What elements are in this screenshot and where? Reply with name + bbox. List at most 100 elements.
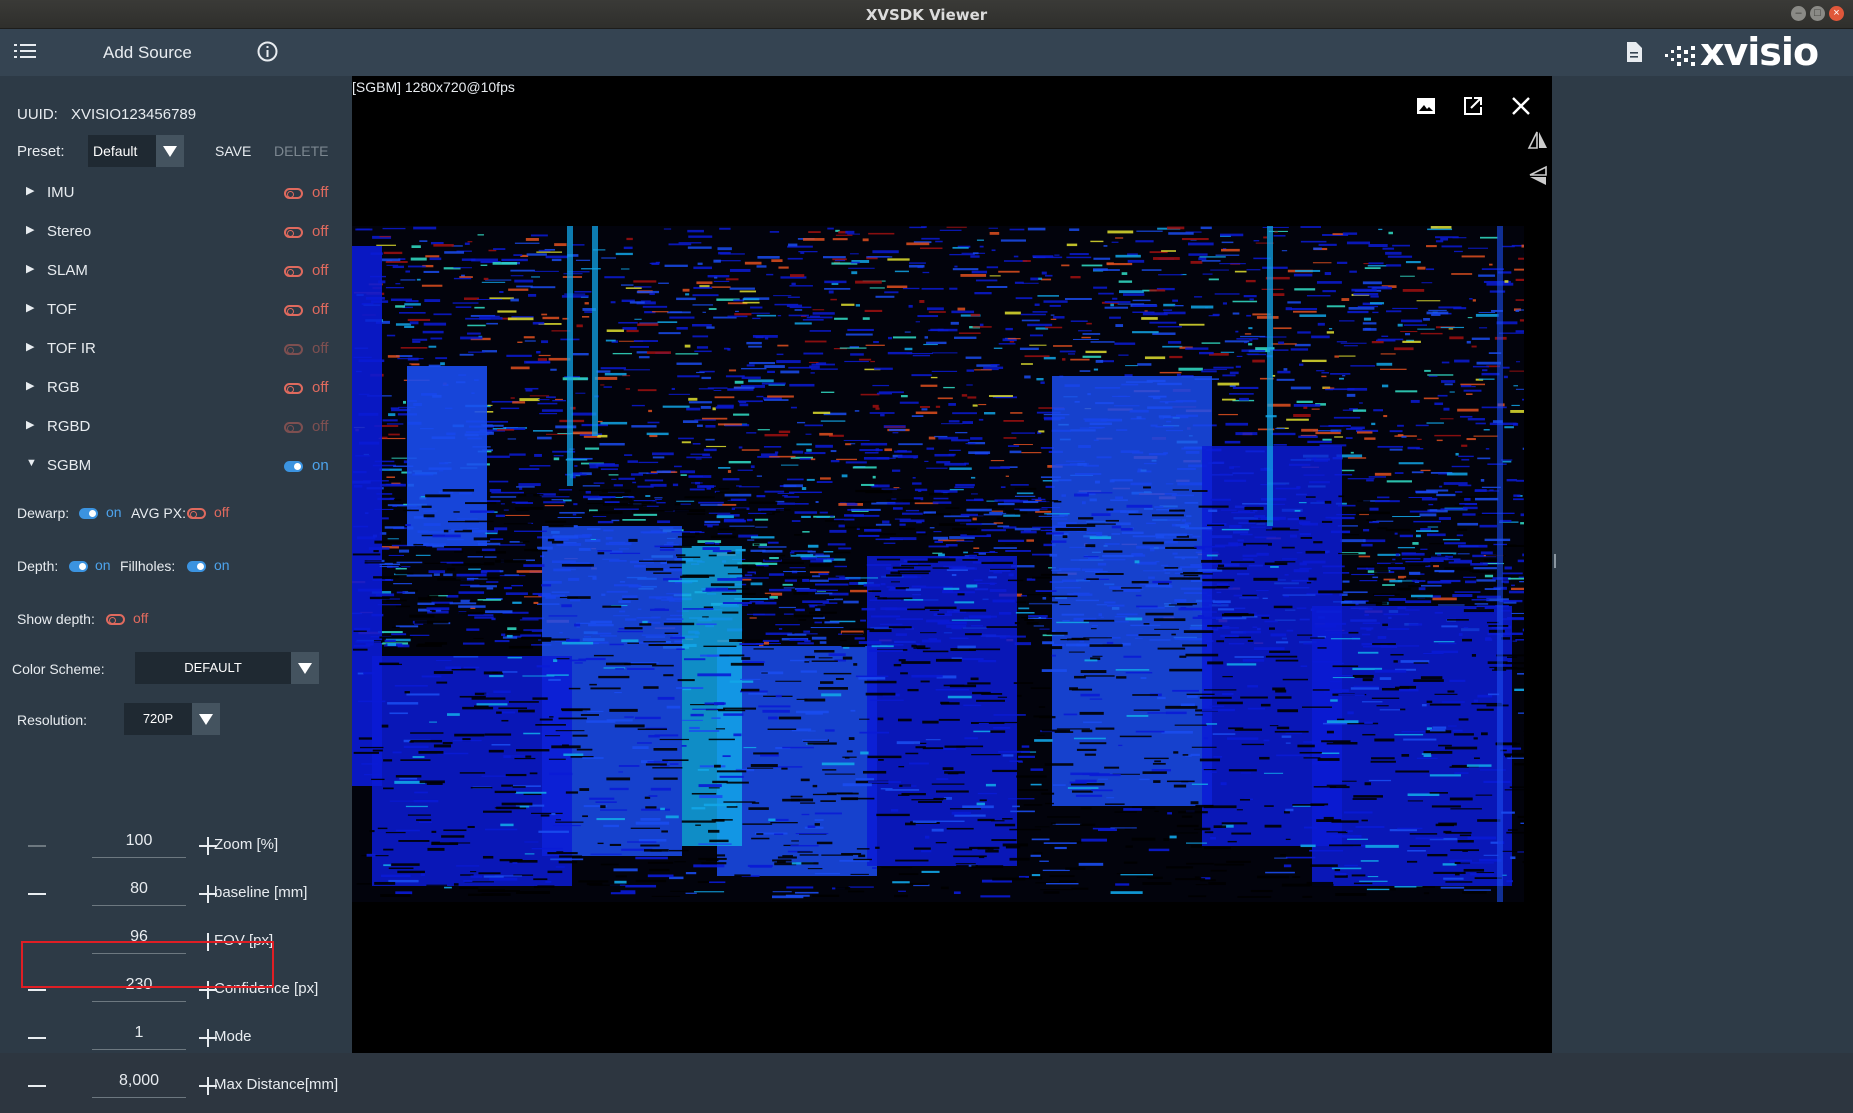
module-row-rgbd[interactable]: ▶RGBDoff — [26, 416, 336, 440]
module-state: off — [312, 418, 328, 435]
caret-down-icon[interactable]: ▼ — [26, 457, 36, 471]
close-view-icon[interactable] — [1511, 96, 1531, 121]
add-source-button[interactable]: Add Source — [103, 43, 192, 63]
mode-highlight-box — [21, 941, 274, 988]
caret-right-icon[interactable]: ▶ — [26, 262, 36, 276]
module-toggle[interactable] — [284, 461, 303, 472]
input-underline — [92, 1097, 186, 1098]
logo-text: xvisio — [1700, 30, 1818, 74]
toolbar: Add Source xvisio — [0, 29, 1853, 76]
dewarp-state: on — [106, 504, 122, 520]
module-toggle[interactable] — [284, 227, 303, 238]
caret-right-icon[interactable]: ▶ — [26, 223, 36, 237]
decrement-button[interactable] — [28, 1085, 46, 1087]
module-toggle[interactable] — [284, 422, 303, 433]
fillholes-label: Fillholes: — [120, 558, 175, 574]
show-depth-state: off — [133, 610, 148, 626]
avg-px-state: off — [214, 504, 229, 520]
decrement-button[interactable] — [28, 845, 46, 847]
stepper-value[interactable]: 1 — [94, 1024, 184, 1042]
fillholes-toggle[interactable] — [187, 561, 206, 572]
sidebar: UUID: XVISIO123456789 Preset: Default SA… — [0, 76, 352, 1053]
menu-icon[interactable] — [14, 42, 36, 60]
decrement-button[interactable] — [28, 893, 46, 895]
stepper-label: Mode — [214, 1028, 252, 1045]
document-icon[interactable] — [1626, 42, 1642, 62]
window-title: XVSDK Viewer — [0, 6, 1853, 24]
module-name: RGB — [47, 379, 80, 396]
uuid-value: XVISIO123456789 — [71, 106, 196, 123]
resize-handle[interactable] — [1554, 554, 1556, 568]
avg-px-toggle[interactable] — [187, 508, 206, 519]
depth-label: Depth: — [17, 558, 58, 574]
module-name: Stereo — [47, 223, 91, 240]
module-toggle[interactable] — [284, 344, 303, 355]
module-row-stereo[interactable]: ▶Stereooff — [26, 221, 336, 245]
preset-value: Default — [93, 143, 137, 159]
module-row-tof-ir[interactable]: ▶TOF IRoff — [26, 338, 336, 362]
stepper-label: Max Distance[mm] — [214, 1076, 338, 1093]
resolution-select[interactable]: 720P — [124, 703, 220, 735]
module-row-sgbm[interactable]: ▼ SGBM on — [26, 455, 336, 479]
preset-select[interactable]: Default — [88, 135, 184, 167]
stepper-label: baseline [mm] — [214, 884, 307, 901]
color-scheme-select[interactable]: DEFAULT — [135, 652, 319, 684]
module-row-tof[interactable]: ▶TOFoff — [26, 299, 336, 323]
window-titlebar: XVSDK Viewer – □ × — [0, 0, 1853, 29]
maximize-button[interactable]: □ — [1810, 6, 1825, 21]
module-name: SLAM — [47, 262, 88, 279]
caret-right-icon[interactable]: ▶ — [26, 379, 36, 393]
dewarp-toggle[interactable] — [79, 508, 98, 519]
module-toggle[interactable] — [284, 383, 303, 394]
flip-vertical-icon[interactable] — [1526, 164, 1550, 193]
module-toggle[interactable] — [284, 266, 303, 277]
stream-label: [SGBM] 1280x720@10fps — [352, 79, 515, 95]
chevron-down-icon[interactable] — [291, 652, 319, 684]
open-external-icon[interactable] — [1463, 96, 1483, 121]
input-underline — [92, 1049, 186, 1050]
stepper-value[interactable]: 8,000 — [94, 1072, 184, 1090]
uuid-label: UUID: — [17, 106, 58, 123]
decrement-button[interactable] — [28, 1037, 46, 1039]
info-icon[interactable] — [257, 41, 278, 62]
module-state: on — [312, 457, 329, 474]
decrement-button[interactable] — [28, 989, 46, 991]
dewarp-label: Dewarp: — [17, 505, 69, 521]
module-toggle[interactable] — [284, 188, 303, 199]
caret-right-icon[interactable]: ▶ — [26, 418, 36, 432]
module-row-rgb[interactable]: ▶RGBoff — [26, 377, 336, 401]
save-preset-button[interactable]: SAVE — [215, 143, 251, 159]
input-underline — [92, 1001, 186, 1002]
module-state: off — [312, 340, 328, 357]
xvisio-logo: xvisio — [1662, 34, 1850, 72]
image-icon[interactable] — [1416, 96, 1436, 121]
fillholes-state: on — [214, 557, 230, 573]
stepper-value[interactable]: 100 — [94, 832, 184, 850]
module-row-slam[interactable]: ▶SLAMoff — [26, 260, 336, 284]
caret-right-icon[interactable]: ▶ — [26, 301, 36, 315]
color-scheme-label: Color Scheme: — [12, 661, 105, 677]
stepper-value[interactable]: 80 — [94, 880, 184, 898]
chevron-down-icon[interactable] — [192, 703, 220, 735]
preset-label: Preset: — [17, 143, 65, 160]
close-window-button[interactable]: × — [1829, 6, 1844, 21]
module-state: off — [312, 184, 328, 201]
delete-preset-button[interactable]: DELETE — [274, 143, 328, 159]
stepper-baseline: 80 baseline [mm] — [24, 881, 354, 921]
caret-right-icon[interactable]: ▶ — [26, 184, 36, 198]
module-row-imu[interactable]: ▶ IMU off — [26, 182, 336, 206]
stepper-max: 8,000 Max Distance[mm] — [24, 1073, 354, 1113]
view-panel: [SGBM] 1280x720@10fps — [352, 76, 1552, 1053]
flip-horizontal-icon[interactable] — [1526, 128, 1550, 157]
module-name: IMU — [47, 184, 75, 201]
show-depth-toggle[interactable] — [106, 614, 125, 625]
caret-right-icon[interactable]: ▶ — [26, 340, 36, 354]
input-underline — [92, 857, 186, 858]
module-toggle[interactable] — [284, 305, 303, 316]
module-name: SGBM — [47, 457, 91, 474]
minimize-button[interactable]: – — [1791, 6, 1806, 21]
depth-toggle[interactable] — [69, 561, 88, 572]
resolution-label: Resolution: — [17, 712, 87, 728]
right-panel — [1552, 76, 1853, 1053]
chevron-down-icon[interactable] — [156, 135, 184, 167]
